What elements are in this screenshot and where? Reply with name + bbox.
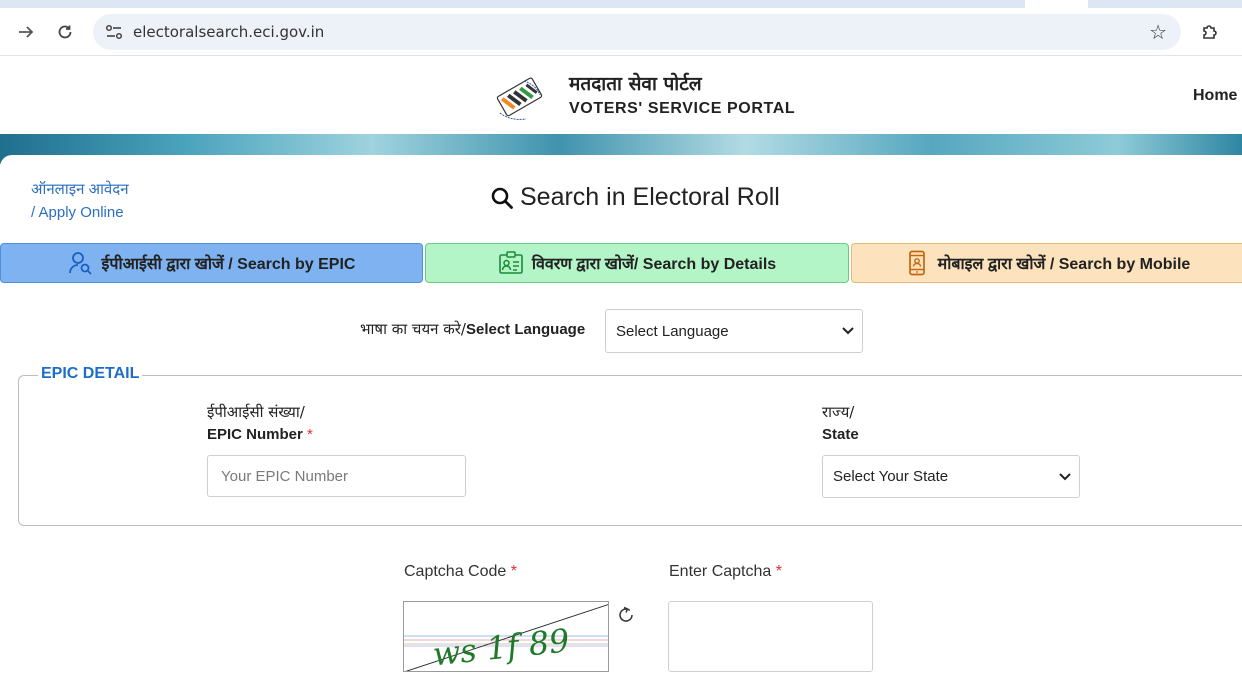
user-search-icon (68, 252, 92, 275)
tab-search-by-epic[interactable]: ईपीआईसी द्वारा खोजें / Search by EPIC (0, 243, 423, 283)
site-header: मतदाता सेवा पोर्टल VOTERS' SERVICE PORTA… (0, 57, 1242, 134)
id-card-icon (499, 251, 523, 274)
tab-search-by-details[interactable]: विवरण द्वारा खोजें/ Search by Details (425, 243, 849, 283)
star-icon[interactable]: ☆ (1149, 20, 1167, 44)
tab-search-by-details-label: विवरण द्वारा खोजें/ Search by Details (531, 256, 777, 273)
reload-icon[interactable] (53, 20, 77, 44)
captcha-text: ws 1f 89 (431, 621, 571, 672)
chevron-down-icon (1059, 470, 1071, 484)
captcha-image: ws 1f 89 (403, 601, 609, 672)
site-settings-icon[interactable] (103, 22, 125, 42)
state-label-hindi: राज्य/ (822, 403, 855, 421)
epic-detail-legend: EPIC DETAIL (38, 365, 143, 383)
epic-number-label-hindi: ईपीआईसी संख्या/ (207, 403, 305, 421)
refresh-captcha-icon[interactable] (615, 604, 637, 626)
language-select-value: Select Language (616, 322, 729, 340)
browser-toolbar: electoralsearch.eci.gov.in ☆ (0, 8, 1242, 56)
select-language-label-english: Select Language (465, 321, 586, 338)
search-icon (491, 187, 513, 209)
eci-logo-icon[interactable] (490, 67, 548, 125)
page-title: Search in Electoral Roll (490, 183, 780, 212)
page-title-text: Search in Electoral Roll (520, 183, 780, 211)
state-select-value: Select Your State (833, 468, 949, 485)
chevron-down-icon (842, 324, 854, 338)
portal-title-hindi: मतदाता सेवा पोर्टल (569, 73, 702, 95)
epic-number-field[interactable] (207, 455, 466, 497)
address-bar[interactable]: electoralsearch.eci.gov.in ☆ (93, 14, 1181, 50)
epic-number-label: EPIC Number * (207, 426, 313, 443)
select-language-label: भाषा का चयन करे/Select Language (360, 319, 585, 339)
url-text[interactable]: electoralsearch.eci.gov.in (133, 23, 324, 41)
epic-detail-fieldset (18, 375, 1242, 526)
tab-search-by-mobile[interactable]: मोबाइल द्वारा खोजें / Search by Mobile (851, 243, 1242, 283)
browser-active-tab[interactable] (1025, 0, 1088, 8)
enter-captcha-label-text: Enter Captcha (669, 563, 772, 580)
mobile-phone-icon (908, 250, 925, 276)
required-marker: * (510, 563, 517, 580)
portal-title-english: VOTERS' SERVICE PORTAL (569, 100, 796, 117)
state-label: State (822, 426, 859, 443)
enter-captcha-label: Enter Captcha * (669, 563, 782, 581)
captcha-input-field[interactable] (668, 601, 873, 672)
forward-arrow-icon[interactable] (14, 20, 38, 44)
apply-online-english[interactable]: / Apply Online (31, 201, 129, 224)
captcha-input[interactable] (669, 602, 872, 671)
apply-online-link[interactable]: ऑनलाइन आवेदन / Apply Online (31, 178, 129, 224)
captcha-code-label-text: Captcha Code (404, 563, 507, 580)
epic-number-label-text: EPIC Number (207, 426, 303, 443)
tab-search-by-epic-label: ईपीआईसी द्वारा खोजें / Search by EPIC (101, 256, 356, 273)
tab-search-by-mobile-label: मोबाइल द्वारा खोजें / Search by Mobile (937, 256, 1191, 273)
language-select[interactable]: Select Language (605, 309, 863, 353)
required-marker: * (775, 563, 782, 580)
epic-number-input[interactable] (208, 456, 465, 496)
apply-online-hindi[interactable]: ऑनलाइन आवेदन (31, 178, 129, 201)
required-marker: * (307, 426, 313, 443)
nav-home-link[interactable]: Home (1193, 87, 1237, 105)
select-language-label-hindi: भाषा का चयन करे/ (360, 320, 466, 338)
puzzle-icon[interactable] (1198, 20, 1222, 44)
state-select[interactable]: Select Your State (822, 455, 1080, 498)
captcha-code-label: Captcha Code * (404, 563, 517, 581)
